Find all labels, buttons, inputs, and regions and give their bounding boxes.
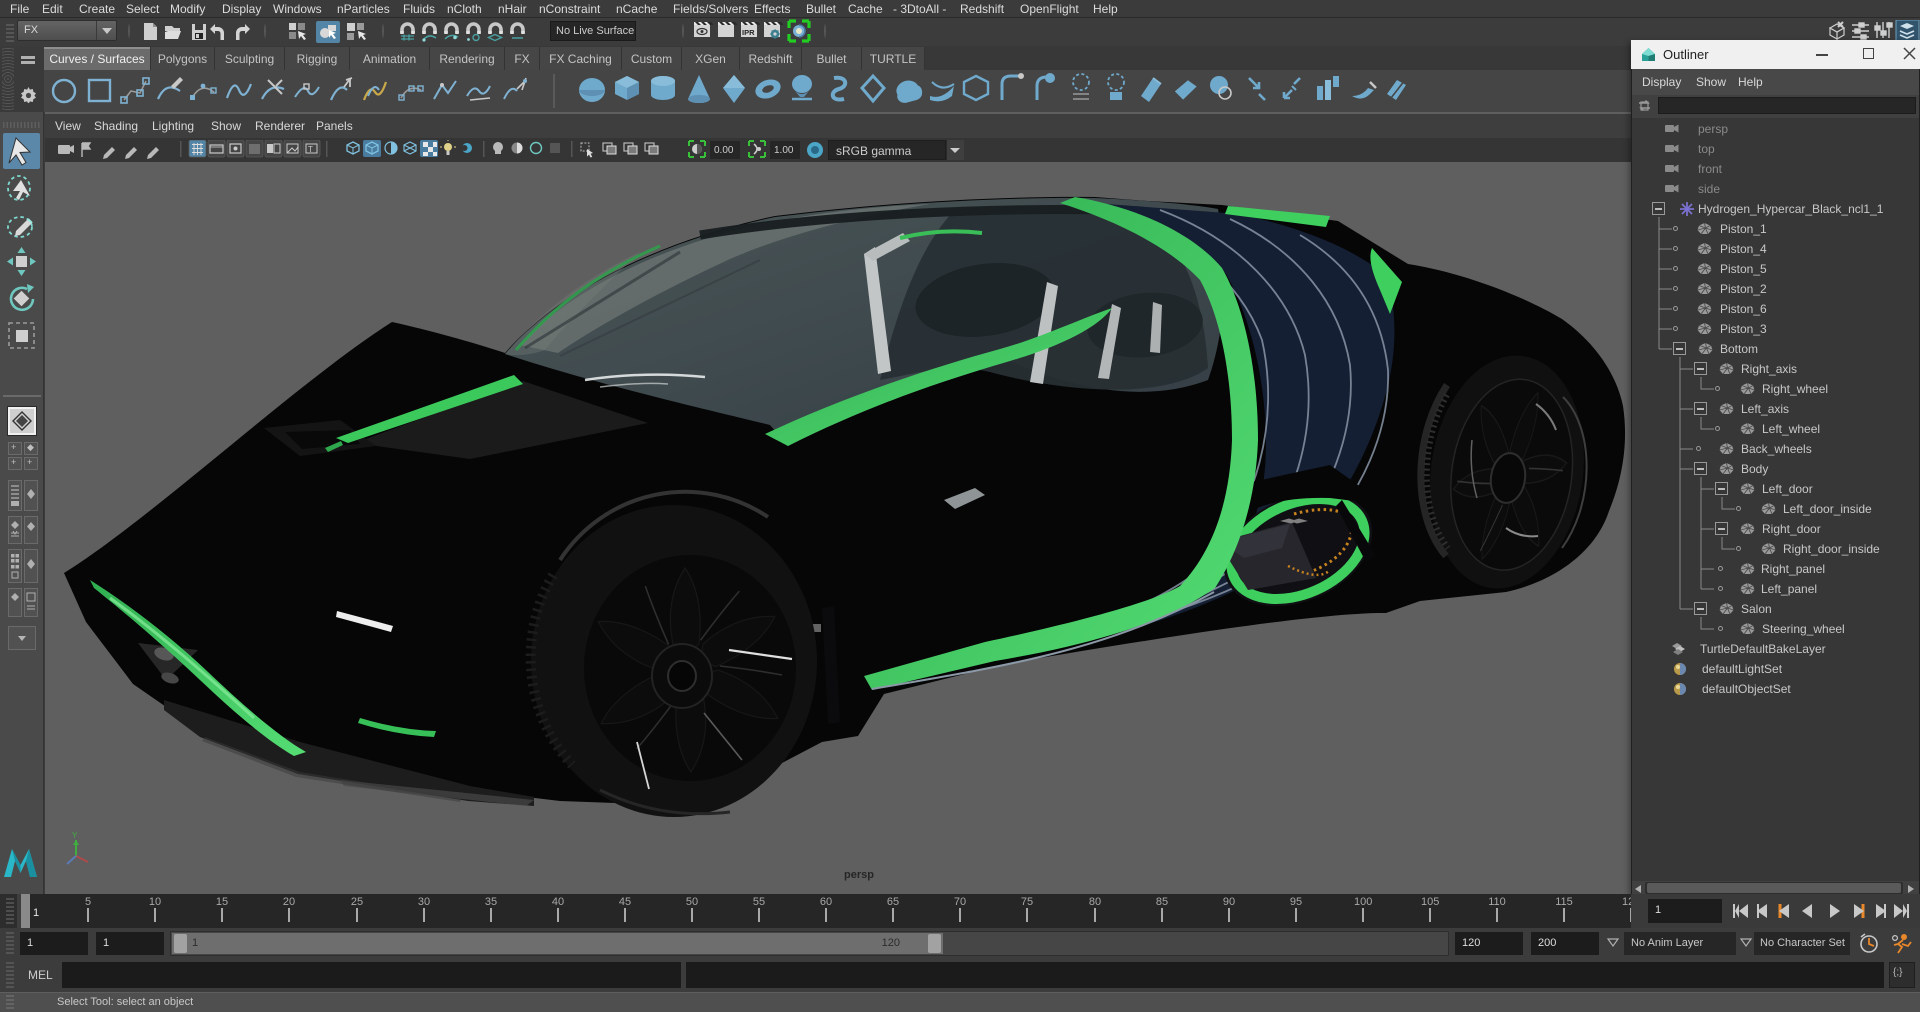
svg-text:IPR: IPR — [742, 28, 755, 37]
svg-text:T: T — [308, 145, 313, 154]
svg-text:Y: Y — [72, 832, 78, 840]
